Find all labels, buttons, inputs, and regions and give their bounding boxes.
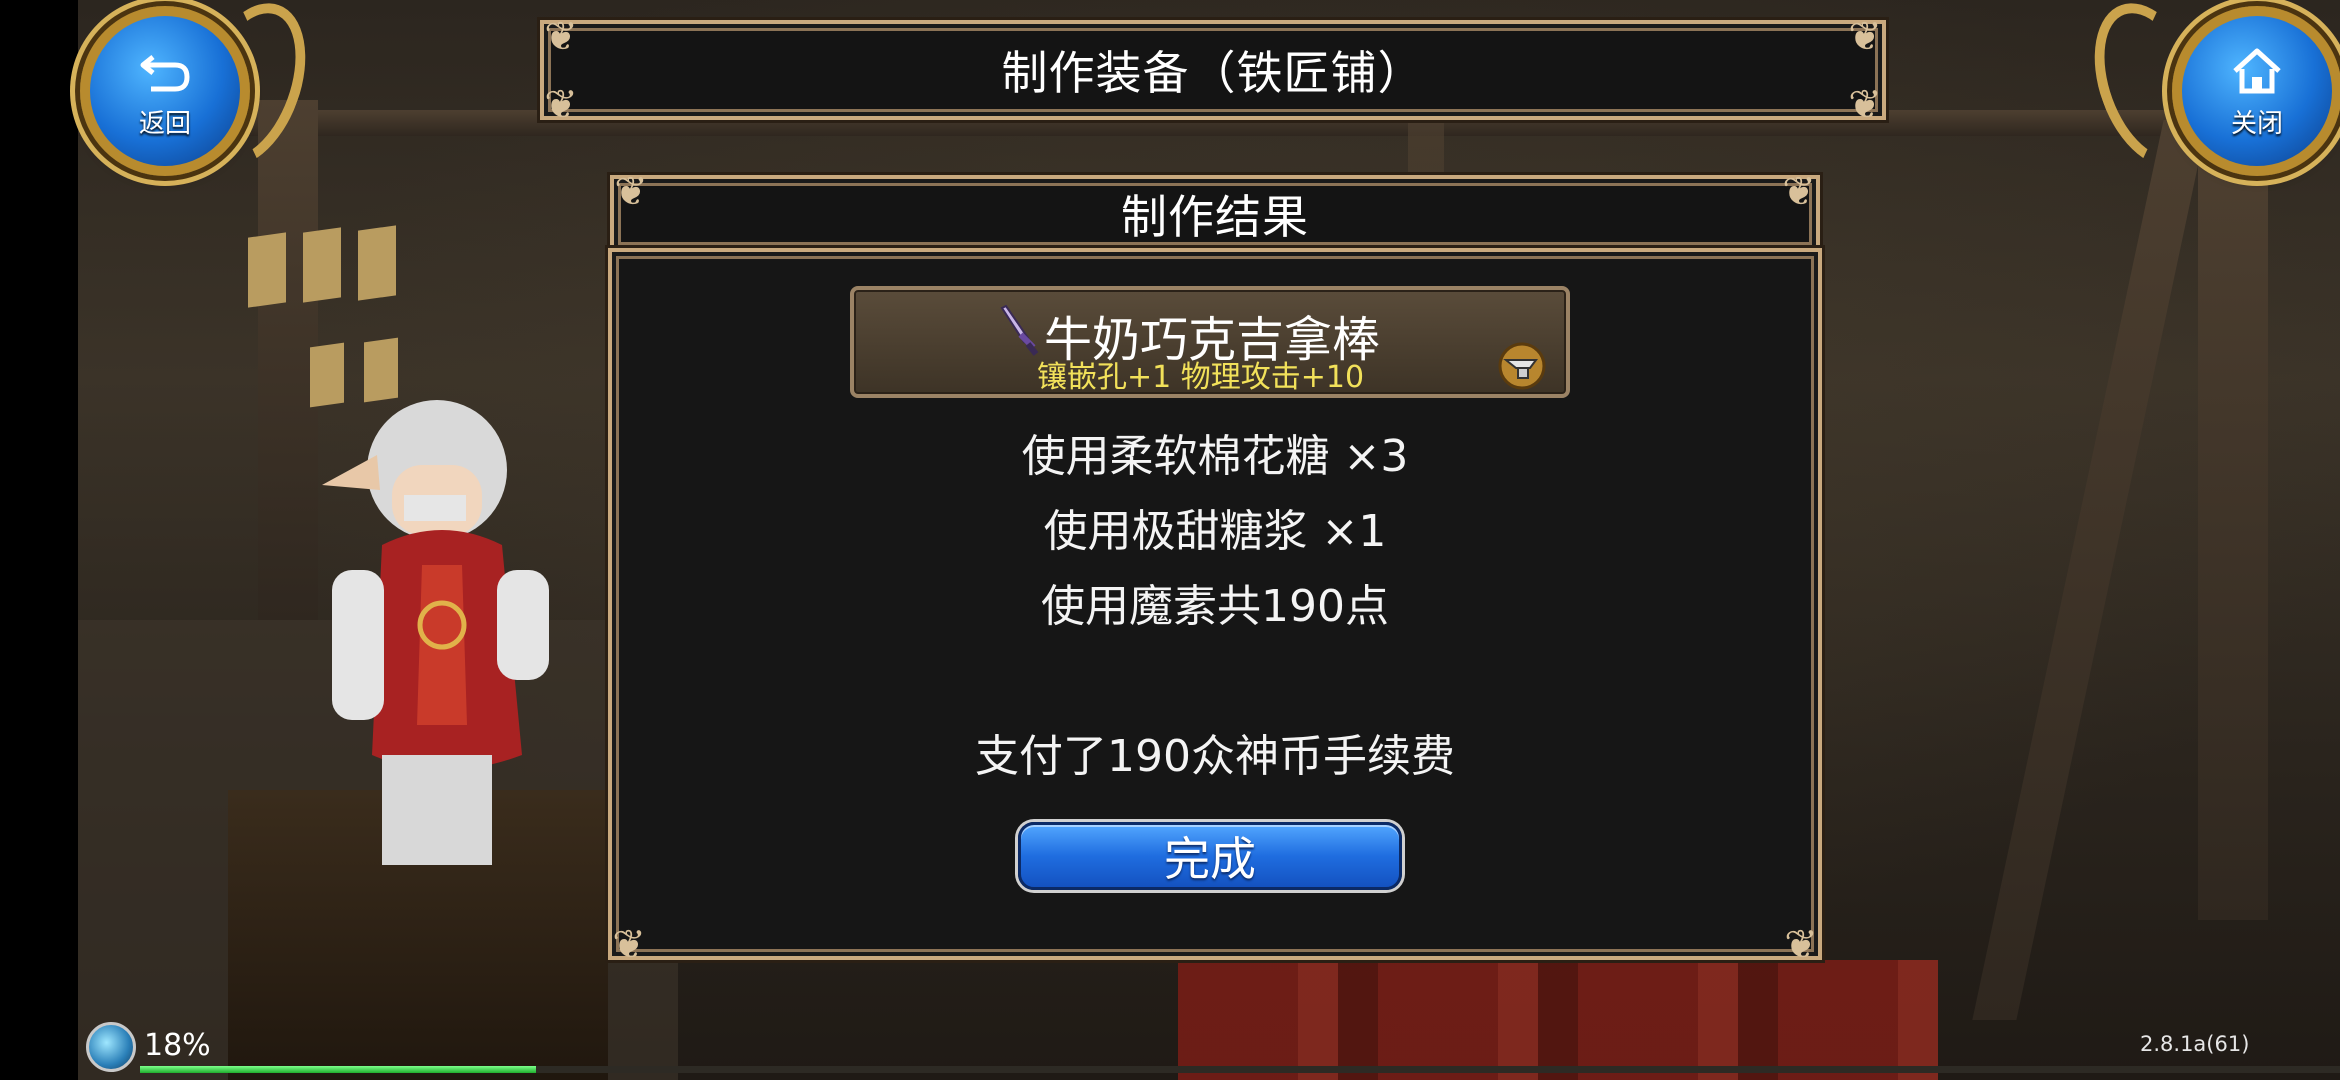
exp-percent: 18%: [144, 1028, 211, 1063]
material-line: 使用柔软棉花糖 ×3: [1021, 431, 1409, 482]
magic-element-line: 使用魔素共190点: [1041, 581, 1389, 632]
back-button-label: 返回: [138, 108, 191, 139]
return-arrow-icon: [140, 54, 190, 91]
ornament-corner: ❦: [1848, 82, 1882, 128]
exp-orb-icon: [86, 1022, 136, 1072]
window-title-bar: ❦ ❦ ❦ ❦ 制作装备（铁匠铺）: [540, 14, 1886, 128]
close-button[interactable]: 关闭: [2172, 6, 2340, 176]
ornament-corner: ❦: [1784, 922, 1818, 968]
fee-line: 支付了190众神币手续费: [975, 731, 1455, 782]
item-attributes: 镶嵌孔+1 物理攻击+10: [1037, 360, 1365, 395]
back-button[interactable]: 返回: [80, 6, 250, 176]
ornament-corner: ❦: [1848, 14, 1882, 60]
material-line: 使用极甜糖浆 ×1: [1043, 506, 1387, 557]
crafted-item-card[interactable]: 牛奶巧克吉拿棒 镶嵌孔+1 物理攻击+10: [850, 286, 1570, 398]
ornament-corner: ❦: [544, 82, 578, 128]
close-button-label: 关闭: [2230, 108, 2283, 139]
version-label: 2.8.1a(61): [2140, 1032, 2250, 1056]
ornament-corner: ❦: [544, 14, 578, 60]
ornament-corner: ❦: [612, 922, 646, 968]
ornament-corner: ❦: [1782, 169, 1816, 215]
window-title: 制作装备（铁匠铺）: [1001, 46, 1425, 100]
player-character[interactable]: [262, 395, 592, 865]
sword-icon: [1000, 304, 1039, 356]
exp-bar-fill: [140, 1066, 536, 1073]
result-panel-header: ❦ ❦ 制作结果: [610, 169, 1820, 253]
done-button[interactable]: 完成: [1018, 822, 1402, 890]
home-icon: [2233, 48, 2281, 93]
result-panel-title: 制作结果: [1121, 190, 1309, 244]
ornament-corner: ❦: [614, 169, 648, 215]
anvil-icon: [1498, 342, 1546, 390]
exp-bar: [140, 1066, 2340, 1073]
